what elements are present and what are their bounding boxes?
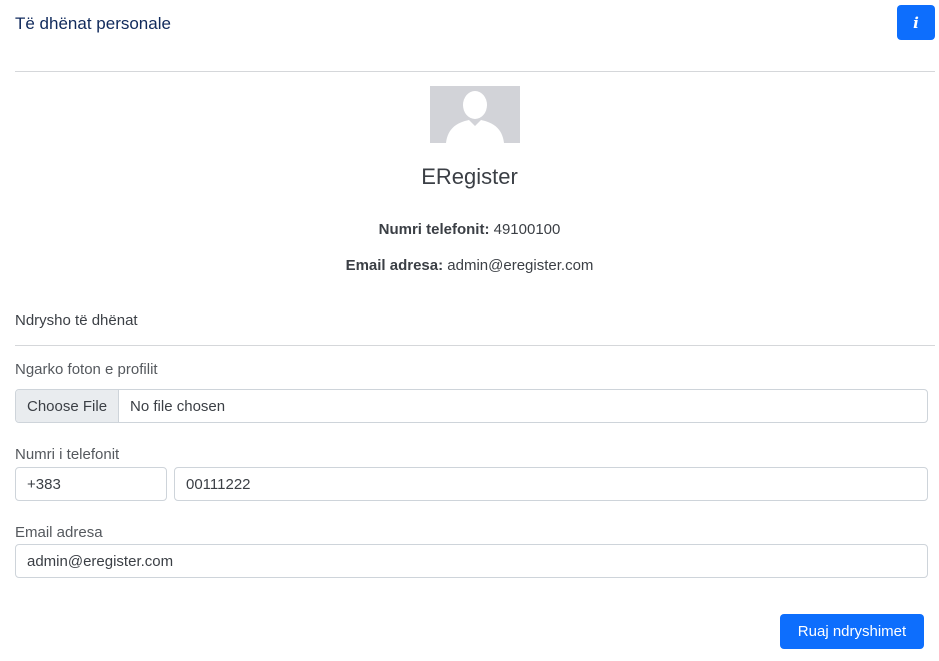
page: Të dhënat personale i ERegister Numri te… <box>0 0 939 661</box>
profile-email: Email adresa: admin@eregister.com <box>0 257 939 274</box>
choose-file-button[interactable]: Choose File <box>16 390 120 422</box>
save-changes-button[interactable]: Ruaj ndryshimet <box>780 614 924 649</box>
profile-email-value: admin@eregister.com <box>447 257 594 274</box>
profile-phone-label: Numri telefonit: <box>378 221 490 238</box>
profile-email-label: Email adresa: <box>345 257 444 274</box>
photo-upload-label: Ngarko foton e profilit <box>15 361 158 378</box>
file-status-text: No file chosen <box>130 397 226 415</box>
profile-name: ERegister <box>421 164 518 189</box>
email-input[interactable] <box>15 544 928 578</box>
avatar <box>430 86 520 143</box>
photo-file-input[interactable]: Choose File No file chosen <box>15 389 928 423</box>
info-button[interactable]: i <box>897 5 935 40</box>
profile-phone-value: 49100100 <box>493 221 561 238</box>
phone-prefix-input[interactable] <box>15 467 167 501</box>
phone-number-input[interactable] <box>174 467 928 501</box>
header-divider <box>15 71 935 72</box>
edit-section-divider <box>15 345 935 346</box>
profile-phone: Numri telefonit: 49100100 <box>0 221 939 238</box>
edit-section-title: Ndrysho të dhënat <box>15 312 138 329</box>
info-icon: i <box>913 13 919 32</box>
email-field-label: Email adresa <box>15 524 103 541</box>
phone-field-label: Numri i telefonit <box>15 446 120 463</box>
user-silhouette-icon <box>430 86 520 143</box>
page-title: Të dhënat personale <box>15 14 171 33</box>
